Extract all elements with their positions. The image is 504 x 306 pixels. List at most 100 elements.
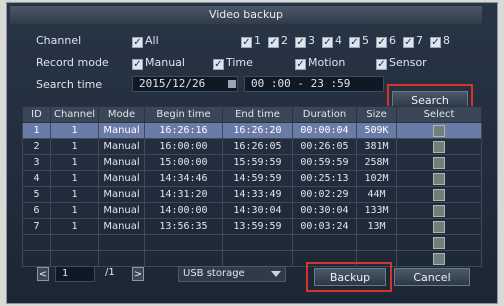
- cell-select[interactable]: [396, 138, 482, 155]
- mode-time-label: Time: [226, 56, 253, 69]
- channel-7-label: 7: [416, 34, 423, 47]
- cell-end-time: 16:26:20: [222, 122, 293, 139]
- cell-select[interactable]: [396, 218, 482, 235]
- cancel-button[interactable]: Cancel: [394, 268, 470, 286]
- channel-all-label: All: [145, 34, 159, 47]
- channel-6-label: 6: [389, 34, 396, 47]
- table-row-empty: [22, 234, 482, 251]
- col-header-mode: Mode: [98, 106, 145, 123]
- cell-begin-time: 16:00:00: [144, 138, 223, 155]
- col-header-begin-time: Begin time: [144, 106, 223, 123]
- next-page-button[interactable]: >: [132, 267, 144, 281]
- channel-1-checkbox[interactable]: ✓: [241, 37, 252, 48]
- mode-motion-label: Motion: [308, 56, 346, 69]
- cell-channel: 1: [50, 186, 99, 203]
- cell-end-time: 16:26:05: [222, 138, 293, 155]
- mode-time-checkbox[interactable]: ✓: [213, 59, 224, 70]
- cell-channel: 1: [50, 170, 99, 187]
- cell-end-time: 14:33:49: [222, 186, 293, 203]
- cell-end-time: 15:59:59: [222, 154, 293, 171]
- cell-id: 7: [22, 218, 51, 235]
- results-table: ID Channel Mode Begin time End time Dura…: [22, 106, 482, 267]
- select-checkbox[interactable]: [433, 204, 445, 217]
- select-checkbox[interactable]: [433, 156, 445, 169]
- channel-all-checkbox[interactable]: ✓: [132, 37, 143, 48]
- cell-channel: 1: [50, 122, 99, 139]
- cell-select[interactable]: [396, 202, 482, 219]
- select-checkbox[interactable]: [433, 220, 445, 233]
- select-checkbox[interactable]: [433, 172, 445, 185]
- channel-8-label: 8: [443, 34, 450, 47]
- cell-duration: 00:26:05: [292, 138, 357, 155]
- cell-duration: 00:25:13: [292, 170, 357, 187]
- cell-select[interactable]: [396, 234, 482, 251]
- cell-id: 3: [22, 154, 51, 171]
- calendar-icon[interactable]: [228, 80, 236, 88]
- select-checkbox[interactable]: [433, 236, 445, 249]
- channel-2-label: 2: [281, 34, 288, 47]
- storage-dropdown-value: USB storage: [183, 268, 245, 279]
- table-row[interactable]: 6 1 Manual 14:00:00 14:30:04 00:30:04 13…: [22, 202, 482, 219]
- table-row[interactable]: 1 1 Manual 16:26:16 16:26:20 00:00:04 50…: [22, 122, 482, 139]
- select-checkbox[interactable]: [433, 140, 445, 153]
- cell-channel: 1: [50, 138, 99, 155]
- table-row[interactable]: 3 1 Manual 15:00:00 15:59:59 00:59:59 25…: [22, 154, 482, 171]
- cell-channel: 1: [50, 218, 99, 235]
- select-checkbox[interactable]: [433, 188, 445, 201]
- record-mode-label: Record mode: [36, 56, 109, 69]
- search-time-label: Search time: [36, 78, 103, 91]
- cell-mode: Manual: [98, 186, 145, 203]
- select-checkbox[interactable]: [433, 252, 445, 265]
- table-row-empty: [22, 250, 482, 267]
- cell-begin-time: 16:26:16: [144, 122, 223, 139]
- cell-select[interactable]: [396, 154, 482, 171]
- channel-5-checkbox[interactable]: ✓: [349, 37, 360, 48]
- cell-id: 5: [22, 186, 51, 203]
- cell-duration: 00:03:24: [292, 218, 357, 235]
- col-header-id: ID: [22, 106, 51, 123]
- mode-sensor-checkbox[interactable]: ✓: [376, 59, 387, 70]
- storage-dropdown[interactable]: USB storage: [178, 266, 286, 282]
- cell-select[interactable]: [396, 122, 482, 139]
- cell-mode: Manual: [98, 202, 145, 219]
- channel-7-checkbox[interactable]: ✓: [403, 37, 414, 48]
- page-total-label: /1: [105, 267, 115, 278]
- table-row[interactable]: 5 1 Manual 14:31:20 14:33:49 00:02:29 44…: [22, 186, 482, 203]
- cell-channel: 1: [50, 202, 99, 219]
- cell-mode: Manual: [98, 170, 145, 187]
- cell-select[interactable]: [396, 250, 482, 267]
- channel-5-label: 5: [362, 34, 369, 47]
- search-date-field[interactable]: 2015/12/26: [132, 76, 238, 92]
- cell-end-time: 14:30:04: [222, 202, 293, 219]
- channel-3-label: 3: [308, 34, 315, 47]
- mode-manual-checkbox[interactable]: ✓: [132, 59, 143, 70]
- channel-4-checkbox[interactable]: ✓: [322, 37, 333, 48]
- prev-page-button[interactable]: <: [37, 267, 49, 281]
- cell-id: 6: [22, 202, 51, 219]
- cell-begin-time: 13:56:35: [144, 218, 223, 235]
- page-number-input[interactable]: 1: [55, 266, 95, 282]
- select-checkbox[interactable]: [433, 124, 445, 137]
- channel-8-checkbox[interactable]: ✓: [430, 37, 441, 48]
- cell-select[interactable]: [396, 186, 482, 203]
- table-row[interactable]: 2 1 Manual 16:00:00 16:26:05 00:26:05 38…: [22, 138, 482, 155]
- cell-begin-time: 14:00:00: [144, 202, 223, 219]
- table-row[interactable]: 4 1 Manual 14:34:46 14:59:59 00:25:13 10…: [22, 170, 482, 187]
- search-time-range-field[interactable]: 00 :00 - 23 :59: [244, 76, 384, 92]
- table-row[interactable]: 7 1 Manual 13:56:35 13:59:59 00:03:24 13…: [22, 218, 482, 235]
- channel-1-label: 1: [254, 34, 261, 47]
- cell-size: 44M: [356, 186, 397, 203]
- mode-motion-checkbox[interactable]: ✓: [295, 59, 306, 70]
- backup-highlight-box: [306, 262, 392, 292]
- cell-begin-time: 14:34:46: [144, 170, 223, 187]
- cell-id: 4: [22, 170, 51, 187]
- cell-size: 102M: [356, 170, 397, 187]
- channel-2-checkbox[interactable]: ✓: [268, 37, 279, 48]
- col-header-end-time: End time: [222, 106, 293, 123]
- cell-begin-time: 14:31:20: [144, 186, 223, 203]
- channel-6-checkbox[interactable]: ✓: [376, 37, 387, 48]
- channel-3-checkbox[interactable]: ✓: [295, 37, 306, 48]
- cell-mode: Manual: [98, 122, 145, 139]
- cell-select[interactable]: [396, 170, 482, 187]
- cell-size: 133M: [356, 202, 397, 219]
